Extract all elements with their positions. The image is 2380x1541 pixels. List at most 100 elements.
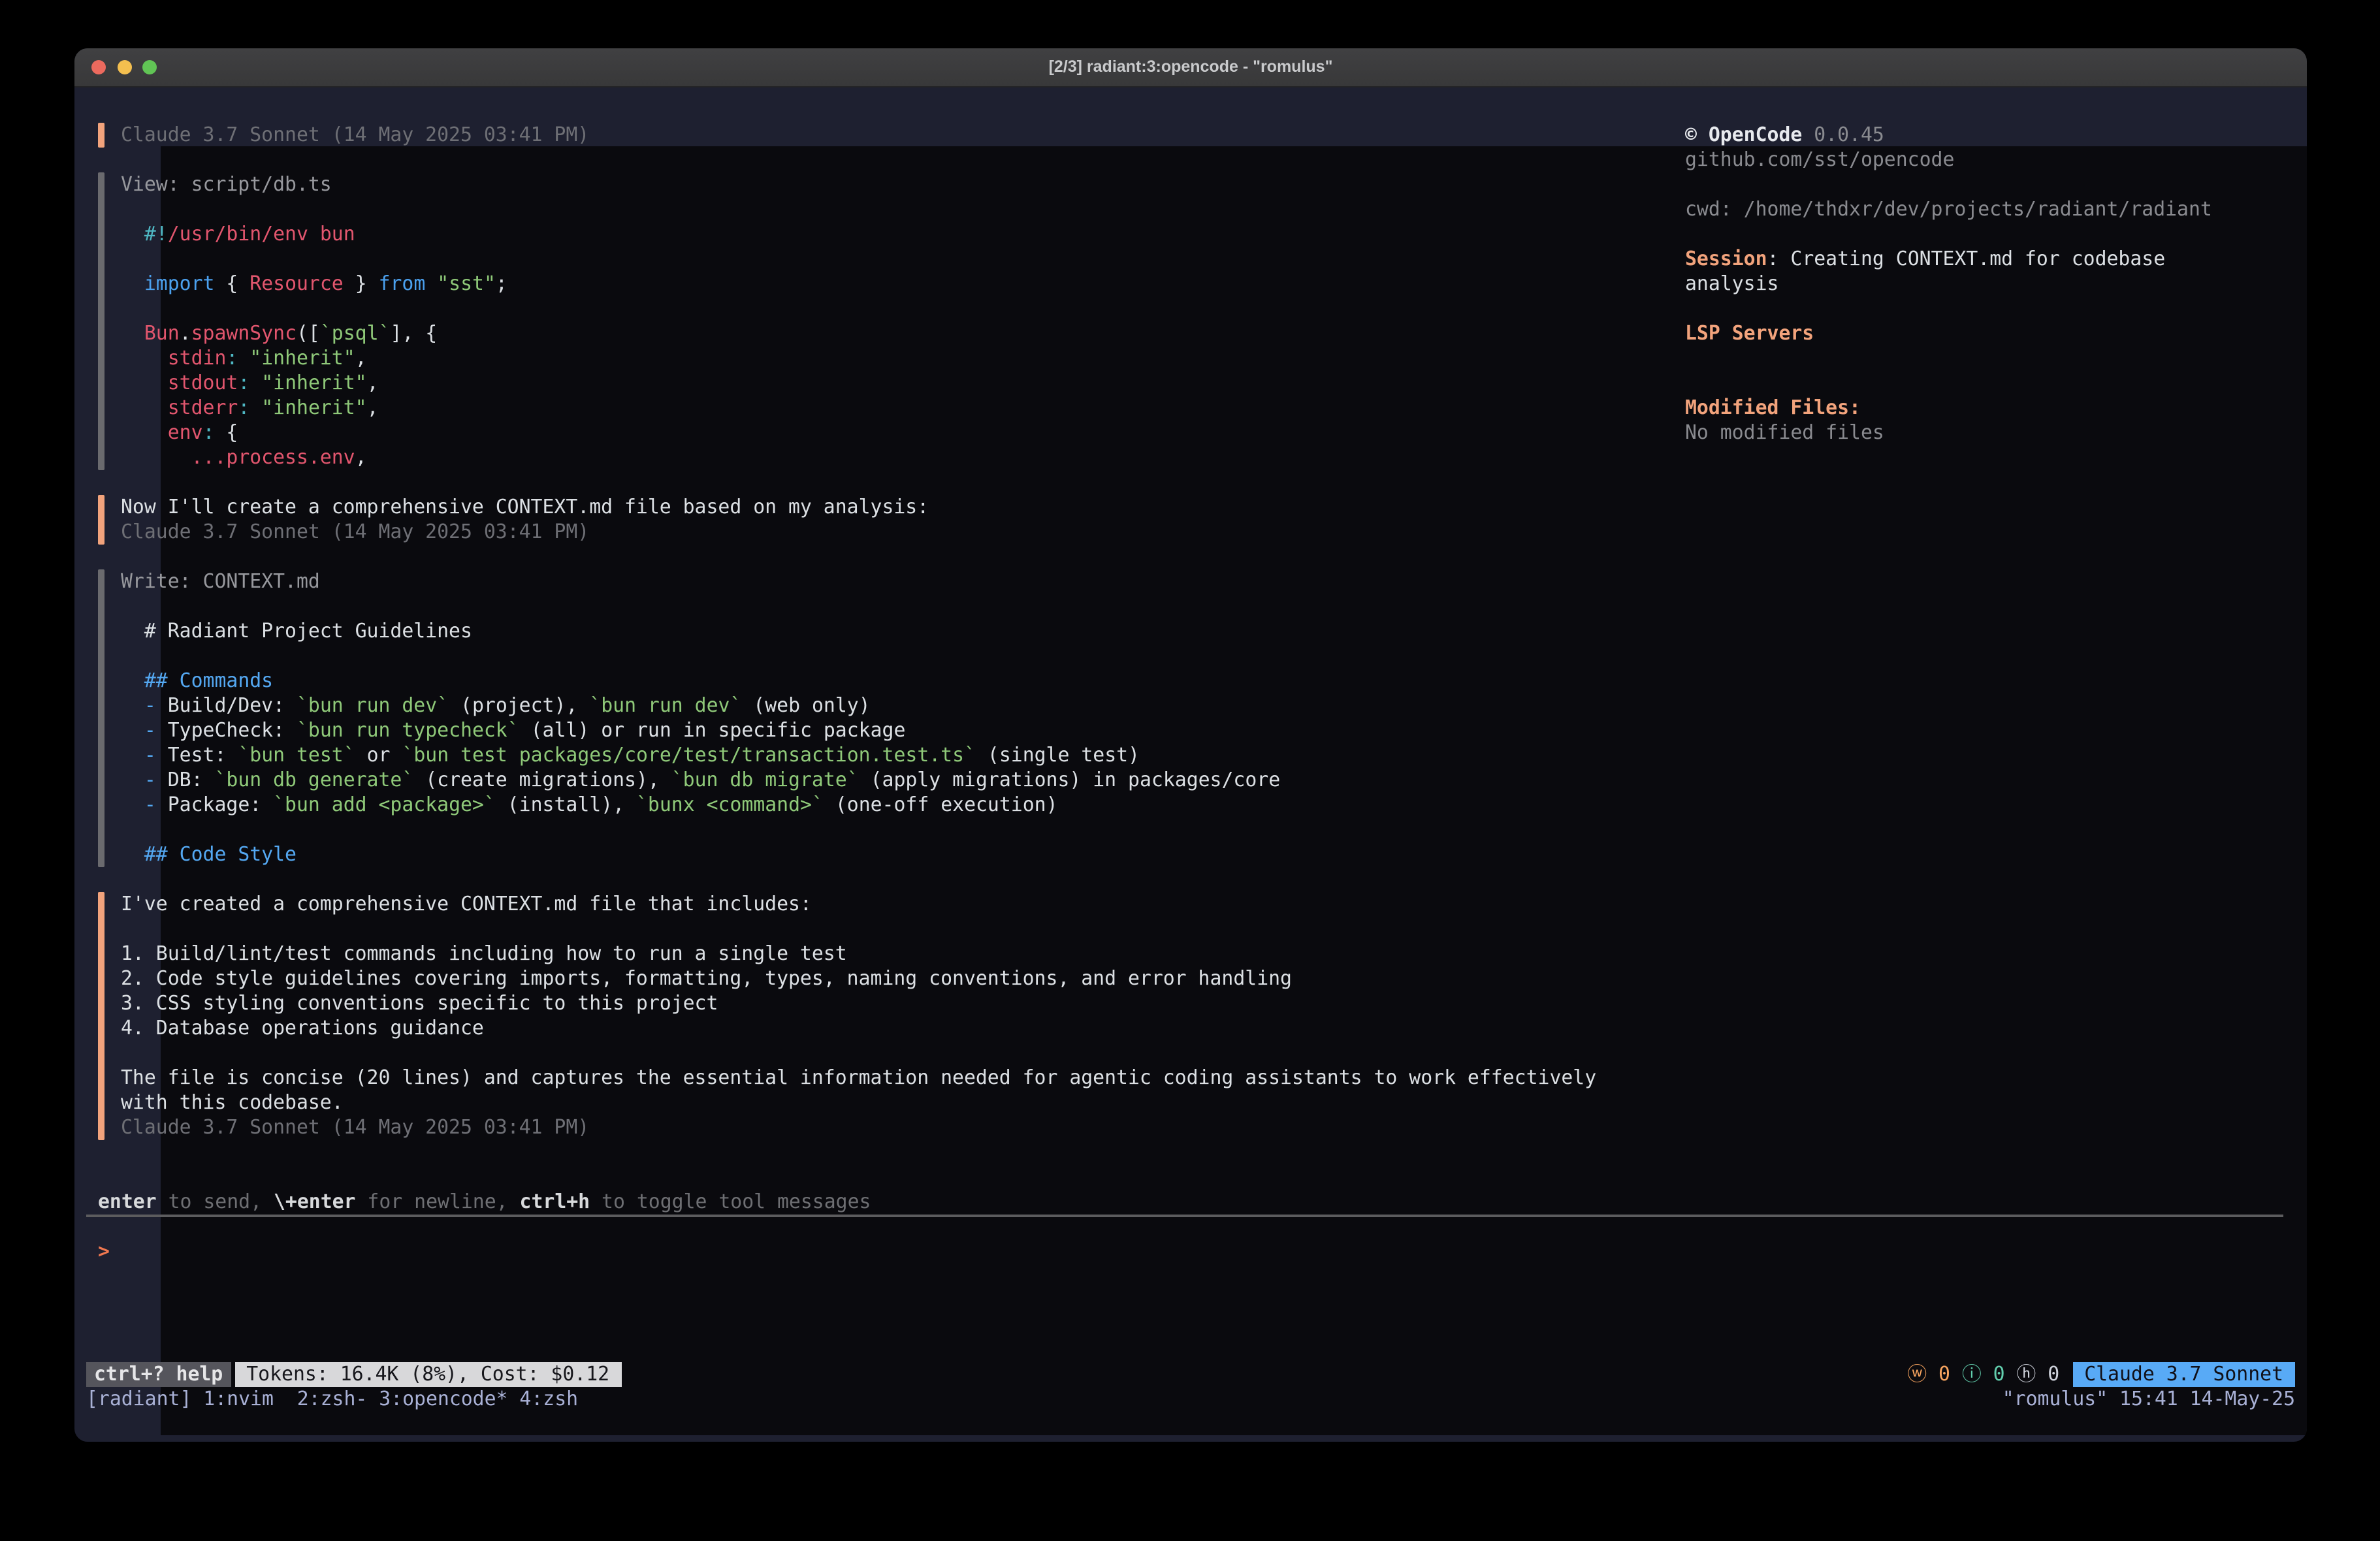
text-segment: ## Code Style bbox=[144, 842, 297, 866]
text-line: stdout: "inherit", bbox=[121, 371, 507, 396]
text-line bbox=[1685, 371, 2299, 396]
message-input[interactable]: > bbox=[98, 1239, 1659, 1264]
text-segment bbox=[121, 321, 144, 345]
text-segment: ; bbox=[496, 272, 507, 295]
desktop: [2/3] radiant:3:opencode - "romulus" Cla… bbox=[0, 0, 2380, 1541]
text-segment: ([ bbox=[297, 321, 320, 345]
text-segment: /usr/bin/env bun bbox=[168, 222, 355, 246]
text-line bbox=[121, 247, 507, 272]
text-segment bbox=[249, 396, 261, 419]
text-line: github.com/sst/opencode bbox=[1685, 148, 2299, 172]
text-line: Claude 3.7 Sonnet (14 May 2025 03:41 PM) bbox=[121, 520, 929, 545]
text-segment: analysis bbox=[1685, 272, 1778, 295]
text-line: env: { bbox=[121, 421, 507, 445]
assistant-message: Now I'll create a comprehensive CONTEXT.… bbox=[98, 495, 1659, 545]
close-window-button[interactable] bbox=[91, 60, 106, 74]
text-segment: "sst" bbox=[437, 272, 496, 295]
text-segment: stdout bbox=[168, 371, 238, 394]
text-segment: DB: bbox=[156, 768, 215, 791]
text-segment bbox=[249, 371, 261, 394]
text-segment: , bbox=[355, 346, 367, 370]
text-line: Claude 3.7 Sonnet (14 May 2025 03:41 PM) bbox=[121, 123, 589, 148]
text-segment: - bbox=[144, 793, 156, 816]
text-segment: { bbox=[215, 421, 238, 444]
text-segment bbox=[121, 693, 144, 717]
orange-block-bar bbox=[98, 495, 105, 545]
text-line: Session: Creating CONTEXT.md for codebas… bbox=[1685, 247, 2299, 272]
text-segment: ## Commands bbox=[144, 669, 273, 692]
text-segment: stderr bbox=[168, 396, 238, 419]
text-segment: } bbox=[344, 272, 379, 295]
input-help-hint: enter to send, \+enter for newline, ctrl… bbox=[98, 1190, 1659, 1215]
text-segment: : bbox=[226, 346, 238, 370]
text-segment: "inherit" bbox=[249, 346, 355, 370]
text-segment: with this codebase. bbox=[121, 1090, 344, 1114]
zoom-window-button[interactable] bbox=[142, 60, 157, 74]
orange-block-bar bbox=[98, 123, 105, 148]
text-line bbox=[1685, 172, 2299, 197]
text-segment: `bun test` bbox=[238, 743, 355, 767]
text-segment bbox=[121, 669, 144, 692]
text-segment: No modified files bbox=[1685, 421, 1884, 444]
text-segment: Modified Files: bbox=[1685, 396, 1861, 419]
text-segment: 0.0.45 bbox=[1802, 123, 1884, 146]
block-content: I've created a comprehensive CONTEXT.md … bbox=[121, 892, 1596, 1140]
text-line bbox=[121, 296, 507, 321]
gray-block-bar bbox=[98, 569, 105, 867]
text-line bbox=[121, 594, 1280, 619]
text-segment: Now I'll create a comprehensive CONTEXT.… bbox=[121, 495, 929, 518]
text-line: The file is concise (20 lines) and captu… bbox=[121, 1066, 1596, 1090]
text-segment: import bbox=[144, 272, 215, 295]
window-titlebar: [2/3] radiant:3:opencode - "romulus" bbox=[74, 48, 2307, 87]
text-line: stderr: "inherit", bbox=[121, 396, 507, 421]
tmux-host-clock: "romulus" 15:41 14-May-25 bbox=[2002, 1387, 2295, 1412]
text-segment: Claude 3.7 Sonnet (14 May 2025 03:41 PM) bbox=[121, 1115, 589, 1139]
text-segment: LSP Servers bbox=[1685, 321, 1814, 345]
text-segment: - bbox=[144, 768, 156, 791]
text-segment bbox=[1950, 1362, 1962, 1386]
text-segment: , bbox=[367, 371, 379, 394]
text-segment: # Radiant Project Guidelines bbox=[121, 619, 472, 643]
text-segment: (one-off execution) bbox=[824, 793, 1058, 816]
text-segment: (single test) bbox=[976, 743, 1140, 767]
block-content: Now I'll create a comprehensive CONTEXT.… bbox=[121, 495, 929, 545]
prompt-caret: > bbox=[98, 1239, 110, 1263]
text-segment: Session bbox=[1685, 247, 1767, 270]
text-segment: env bbox=[168, 421, 203, 444]
text-segment bbox=[121, 222, 144, 246]
text-segment: `bun db migrate` bbox=[671, 768, 859, 791]
text-line: Now I'll create a comprehensive CONTEXT.… bbox=[121, 495, 929, 520]
text-line: Modified Files: bbox=[1685, 396, 2299, 421]
text-segment: (web only) bbox=[741, 693, 870, 717]
block-content: Claude 3.7 Sonnet (14 May 2025 03:41 PM) bbox=[121, 123, 589, 148]
text-segment: © OpenCode bbox=[1685, 123, 1802, 146]
text-line: ## Commands bbox=[121, 669, 1280, 693]
text-segment: 3. CSS styling conventions specific to t… bbox=[121, 991, 718, 1015]
text-segment: `bun run typecheck` bbox=[297, 718, 519, 742]
tool-write-block: Write: CONTEXT.md # Radiant Project Guid… bbox=[98, 569, 1659, 867]
text-segment bbox=[121, 842, 144, 866]
text-segment: - bbox=[144, 718, 156, 742]
text-segment: from bbox=[379, 272, 426, 295]
tmux-session-windows[interactable]: [radiant] 1:nvim 2:zsh- 3:opencode* 4:zs… bbox=[86, 1387, 578, 1412]
minimize-window-button[interactable] bbox=[117, 60, 131, 74]
text-segment: : bbox=[238, 371, 249, 394]
text-segment: ⓘ 0 bbox=[1962, 1362, 2005, 1386]
model-chip[interactable]: Claude 3.7 Sonnet bbox=[2072, 1362, 2295, 1387]
text-line: - Test: `bun test` or `bun test packages… bbox=[121, 743, 1280, 768]
text-line: analysis bbox=[1685, 272, 2299, 296]
text-segment: `bun db generate` bbox=[214, 768, 413, 791]
text-line: 4. Database operations guidance bbox=[121, 1016, 1596, 1041]
text-segment: { bbox=[214, 272, 249, 295]
text-segment bbox=[121, 396, 168, 419]
text-segment: Build/Dev: bbox=[156, 693, 297, 717]
text-segment: I've created a comprehensive CONTEXT.md … bbox=[121, 892, 812, 915]
text-segment: 4. Database operations guidance bbox=[121, 1016, 484, 1040]
text-segment: cwd: /home/thdxr/dev/projects/radiant/ra… bbox=[1685, 197, 2212, 221]
block-content: View: script/db.ts #!/usr/bin/env bun im… bbox=[121, 172, 507, 470]
chat-transcript[interactable]: Claude 3.7 Sonnet (14 May 2025 03:41 PM)… bbox=[98, 123, 1659, 1264]
text-segment: ⓦ 0 bbox=[1907, 1362, 1950, 1386]
text-segment: Resource bbox=[249, 272, 343, 295]
text-line: 3. CSS styling conventions specific to t… bbox=[121, 991, 1596, 1016]
text-segment bbox=[238, 346, 249, 370]
